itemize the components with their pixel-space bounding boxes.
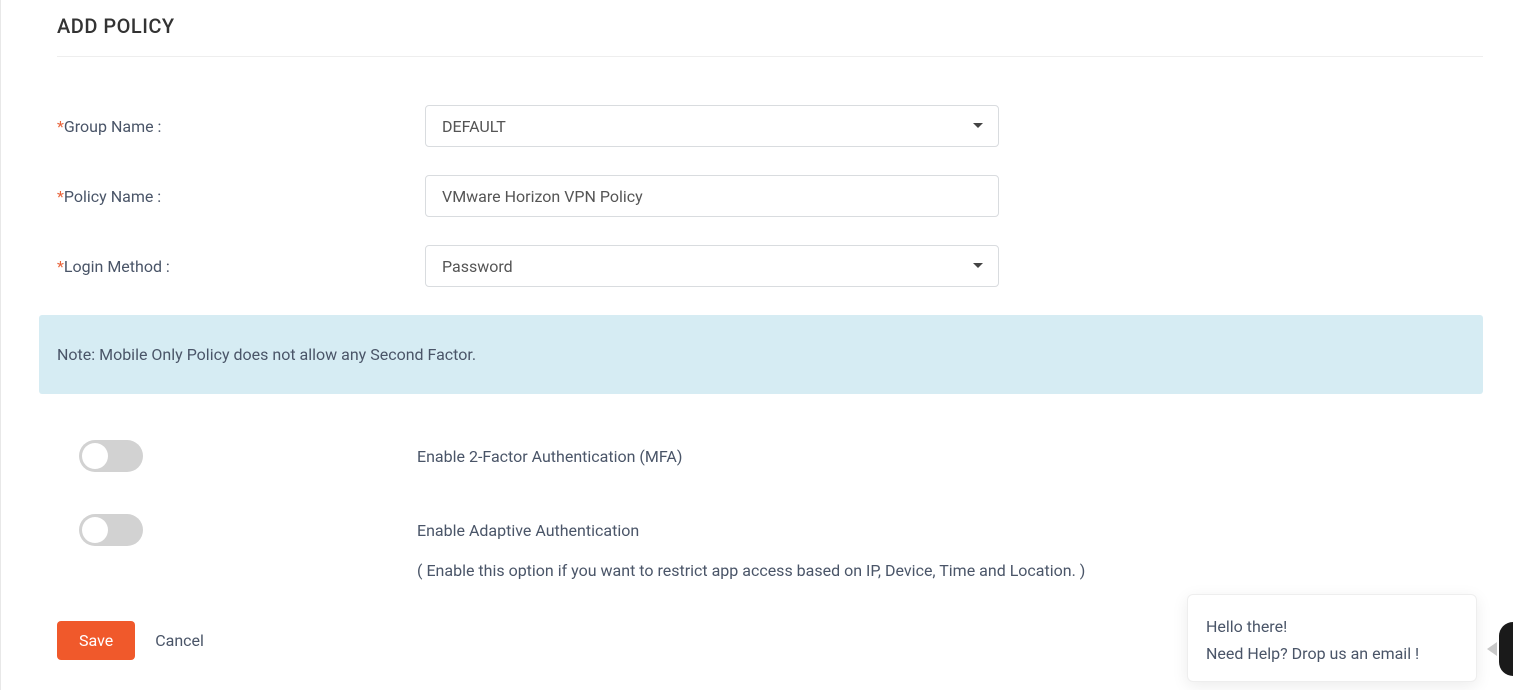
mfa-toggle-row: Enable 2-Factor Authentication (MFA) — [57, 440, 1483, 476]
login-method-row: *Login Method : Password — [57, 245, 1483, 287]
adaptive-toggle-hint: ( Enable this option if you want to rest… — [417, 558, 1483, 584]
login-method-label: *Login Method : — [57, 257, 425, 276]
required-asterisk: * — [57, 117, 64, 136]
policy-name-label-text: Policy Name : — [64, 187, 161, 206]
adaptive-toggle-label: Enable Adaptive Authentication — [417, 518, 1483, 544]
cancel-button[interactable]: Cancel — [155, 631, 204, 650]
toggle-knob-icon — [82, 443, 108, 469]
toggle-knob-icon — [82, 517, 108, 543]
policy-name-label: *Policy Name : — [57, 187, 425, 206]
required-asterisk: * — [57, 257, 64, 276]
group-name-label: *Group Name : — [57, 117, 425, 136]
required-asterisk: * — [57, 187, 64, 206]
mfa-toggle[interactable] — [79, 440, 143, 472]
mfa-toggle-label: Enable 2-Factor Authentication (MFA) — [417, 440, 1483, 470]
login-method-label-text: Login Method : — [64, 257, 170, 276]
group-name-select[interactable]: DEFAULT — [425, 105, 999, 147]
help-pointer-icon — [1487, 642, 1497, 656]
note-box: Note: Mobile Only Policy does not allow … — [39, 315, 1483, 394]
chat-bubble-icon[interactable] — [1499, 622, 1513, 676]
help-line1: Hello there! — [1206, 613, 1458, 640]
help-line2: Need Help? Drop us an email ! — [1206, 640, 1458, 667]
page-title: ADD POLICY — [57, 0, 1483, 57]
adaptive-toggle[interactable] — [79, 514, 143, 546]
group-name-row: *Group Name : DEFAULT — [57, 105, 1483, 147]
group-name-label-text: Group Name : — [64, 117, 162, 136]
login-method-select[interactable]: Password — [425, 245, 999, 287]
save-button[interactable]: Save — [57, 621, 135, 660]
help-popup: Hello there! Need Help? Drop us an email… — [1187, 594, 1477, 682]
adaptive-toggle-row: Enable Adaptive Authentication ( Enable … — [57, 514, 1483, 583]
policy-name-row: *Policy Name : — [57, 175, 1483, 217]
policy-name-input[interactable] — [425, 175, 999, 217]
